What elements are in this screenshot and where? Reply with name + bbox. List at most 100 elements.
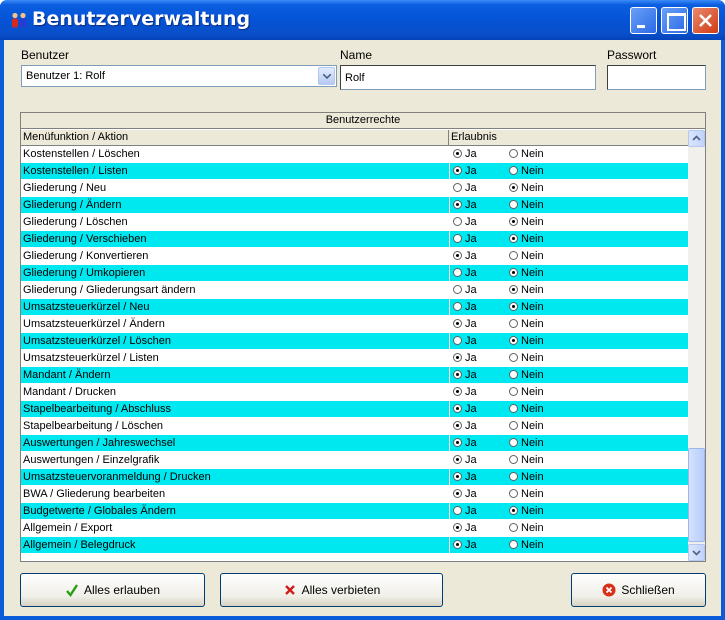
radio-dot-icon <box>509 268 518 277</box>
radio-label: Ja <box>465 522 477 534</box>
radio-no[interactable]: Nein <box>509 182 544 194</box>
radio-yes[interactable]: Ja <box>453 233 477 245</box>
radio-dot-icon <box>453 268 462 277</box>
table-row: Allgemein / Export Ja Nein <box>21 520 688 537</box>
radio-no[interactable]: Nein <box>509 148 544 160</box>
column-divider <box>449 537 450 554</box>
minimize-button[interactable] <box>630 7 657 34</box>
radio-no[interactable]: Nein <box>509 165 544 177</box>
radio-no[interactable]: Nein <box>509 437 544 449</box>
radio-dot-icon <box>509 353 518 362</box>
radio-yes[interactable]: Ja <box>453 386 477 398</box>
radio-yes[interactable]: Ja <box>453 335 477 347</box>
maximize-button[interactable] <box>661 7 688 34</box>
radio-yes[interactable]: Ja <box>453 284 477 296</box>
radio-label: Ja <box>465 182 477 194</box>
radio-no[interactable]: Nein <box>509 505 544 517</box>
name-label: Name <box>340 48 373 62</box>
radio-label: Ja <box>465 505 477 517</box>
radio-label: Nein <box>521 352 544 364</box>
radio-yes[interactable]: Ja <box>453 454 477 466</box>
radio-yes[interactable]: Ja <box>453 539 477 551</box>
radio-no[interactable]: Nein <box>509 352 544 364</box>
radio-yes[interactable]: Ja <box>453 369 477 381</box>
column-header-permission[interactable]: Erlaubnis <box>449 130 688 146</box>
radio-dot-icon <box>509 234 518 243</box>
radio-yes[interactable]: Ja <box>453 250 477 262</box>
dropdown-arrow-button[interactable] <box>318 67 335 85</box>
radio-no[interactable]: Nein <box>509 420 544 432</box>
allow-all-button[interactable]: Alles erlauben <box>20 573 205 607</box>
radio-no[interactable]: Nein <box>509 522 544 534</box>
radio-yes[interactable]: Ja <box>453 182 477 194</box>
column-divider <box>449 503 450 520</box>
radio-yes[interactable]: Ja <box>453 420 477 432</box>
radio-no[interactable]: Nein <box>509 454 544 466</box>
column-header-function[interactable]: Menüfunktion / Aktion <box>21 130 449 146</box>
radio-no[interactable]: Nein <box>509 403 544 415</box>
radio-dot-icon <box>509 489 518 498</box>
password-label: Passwort <box>607 48 657 62</box>
radio-label: Ja <box>465 216 477 228</box>
radio-no[interactable]: Nein <box>509 216 544 228</box>
radio-label: Ja <box>465 250 477 262</box>
table-row: Auswertungen / Jahreswechsel Ja Nein <box>21 435 688 452</box>
close-button-label: Schließen <box>621 583 675 597</box>
radio-no[interactable]: Nein <box>509 386 544 398</box>
radio-no[interactable]: Nein <box>509 318 544 330</box>
radio-yes[interactable]: Ja <box>453 216 477 228</box>
close-button[interactable]: Schließen <box>571 573 706 607</box>
scroll-down-button[interactable] <box>688 544 705 561</box>
radio-no[interactable]: Nein <box>509 488 544 500</box>
table-row: Gliederung / Umkopieren Ja Nein <box>21 265 688 282</box>
radio-no[interactable]: Nein <box>509 199 544 211</box>
radio-no[interactable]: Nein <box>509 471 544 483</box>
radio-yes[interactable]: Ja <box>453 488 477 500</box>
permissions-grid: Benutzerrechte Menüfunktion / Aktion Erl… <box>20 112 706 562</box>
scroll-thumb[interactable] <box>688 448 705 542</box>
vertical-scrollbar[interactable] <box>688 130 705 561</box>
deny-all-button[interactable]: Alles verbieten <box>220 573 443 607</box>
radio-yes[interactable]: Ja <box>453 505 477 517</box>
radio-no[interactable]: Nein <box>509 233 544 245</box>
radio-no[interactable]: Nein <box>509 539 544 551</box>
radio-yes[interactable]: Ja <box>453 199 477 211</box>
radio-yes[interactable]: Ja <box>453 301 477 313</box>
table-row: Umsatzsteuerkürzel / Ändern Ja Nein <box>21 316 688 333</box>
radio-no[interactable]: Nein <box>509 335 544 347</box>
radio-yes[interactable]: Ja <box>453 267 477 279</box>
scroll-up-button[interactable] <box>688 130 705 147</box>
table-row: Gliederung / Löschen Ja Nein <box>21 214 688 231</box>
password-field[interactable] <box>607 65 706 90</box>
radio-no[interactable]: Nein <box>509 301 544 313</box>
radio-yes[interactable]: Ja <box>453 437 477 449</box>
column-divider <box>449 163 450 180</box>
radio-yes[interactable]: Ja <box>453 522 477 534</box>
radio-yes[interactable]: Ja <box>453 352 477 364</box>
close-window-button[interactable] <box>692 7 719 34</box>
table-row: Umsatzsteuervoranmeldung / Drucken Ja Nein <box>21 469 688 486</box>
table-row: Gliederung / Konvertieren Ja Nein <box>21 248 688 265</box>
radio-yes[interactable]: Ja <box>453 148 477 160</box>
radio-label: Ja <box>465 318 477 330</box>
radio-no[interactable]: Nein <box>509 284 544 296</box>
radio-dot-icon <box>509 251 518 260</box>
radio-dot-icon <box>453 149 462 158</box>
radio-yes[interactable]: Ja <box>453 318 477 330</box>
user-select[interactable]: Benutzer 1: Rolf <box>21 65 337 87</box>
row-function-label: Stapelbearbeitung / Löschen <box>23 420 164 432</box>
radio-yes[interactable]: Ja <box>453 403 477 415</box>
radio-yes[interactable]: Ja <box>453 471 477 483</box>
radio-no[interactable]: Nein <box>509 267 544 279</box>
radio-label: Ja <box>465 301 477 313</box>
column-divider <box>449 486 450 503</box>
radio-dot-icon <box>509 370 518 379</box>
title-bar[interactable]: Benutzerverwaltung <box>0 0 725 40</box>
column-divider <box>449 180 450 197</box>
row-function-label: Umsatzsteuerkürzel / Listen <box>23 352 159 364</box>
radio-dot-icon <box>509 506 518 515</box>
radio-no[interactable]: Nein <box>509 369 544 381</box>
radio-yes[interactable]: Ja <box>453 165 477 177</box>
name-field[interactable]: Rolf <box>340 65 596 90</box>
radio-no[interactable]: Nein <box>509 250 544 262</box>
